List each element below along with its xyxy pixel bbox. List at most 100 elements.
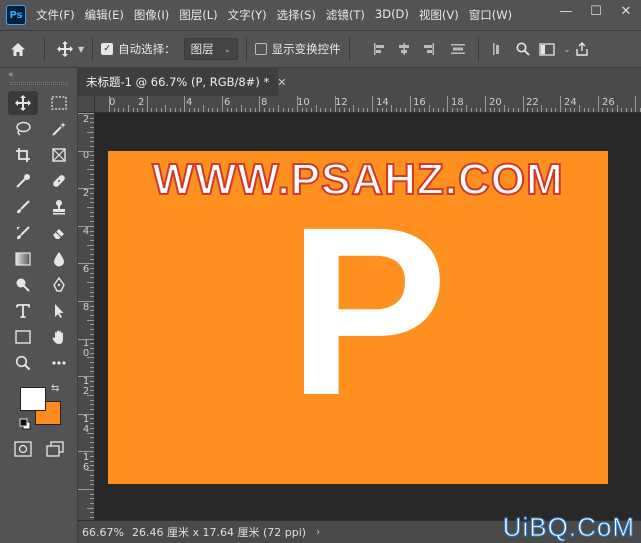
- status-menu-chevron-icon[interactable]: ›: [316, 527, 320, 538]
- home-icon[interactable]: [0, 31, 36, 67]
- ruler-tick: [316, 105, 317, 112]
- menu-file[interactable]: 文件(F): [36, 7, 75, 23]
- minimize-button[interactable]: —: [551, 0, 581, 22]
- hand-icon[interactable]: [44, 325, 74, 349]
- menu-image[interactable]: 图像(I): [134, 7, 169, 23]
- ruler-tick: [78, 339, 94, 340]
- horizontal-ruler[interactable]: 0 2 4 6 8 10 12 14 16 18 20 22 24 26: [95, 96, 641, 113]
- ruler-tick: [330, 108, 331, 112]
- default-colors-icon[interactable]: [19, 415, 31, 430]
- brush-icon[interactable]: [8, 195, 38, 219]
- ruler-tick: [180, 108, 181, 112]
- workspace-icon[interactable]: [535, 37, 559, 61]
- tool-grid: [0, 91, 77, 377]
- ruler-tick: [128, 105, 129, 112]
- search-icon[interactable]: [511, 37, 535, 61]
- separator: [348, 37, 350, 61]
- auto-select-checkbox[interactable]: ✓: [101, 43, 114, 55]
- menu-window[interactable]: 窗口(W): [469, 7, 512, 23]
- ruler-tick: [90, 122, 94, 123]
- maximize-button[interactable]: ☐: [581, 0, 611, 22]
- close-tab-icon[interactable]: ✕: [277, 76, 286, 89]
- separator: [44, 37, 45, 61]
- more-tools-icon[interactable]: [44, 351, 74, 375]
- align-horizontal-centers-icon[interactable]: [392, 37, 416, 61]
- document-tab[interactable]: 未标题-1 @ 66.7% (P, RGB/8#) * ✕: [78, 68, 286, 96]
- auto-select-target-dropdown[interactable]: 图层 ⌄: [183, 38, 238, 60]
- frame-icon[interactable]: [44, 143, 74, 167]
- screen-mode-icon[interactable]: [46, 441, 64, 461]
- crop-icon[interactable]: [8, 143, 38, 167]
- healing-brush-icon[interactable]: [44, 169, 74, 193]
- align-top-icon[interactable]: [487, 37, 511, 61]
- path-selection-icon[interactable]: [44, 299, 74, 323]
- ruler-tick: [217, 108, 218, 112]
- ruler-tick: [306, 108, 307, 112]
- ruler-tick: [78, 376, 94, 377]
- show-transform-controls-checkbox[interactable]: [254, 43, 267, 55]
- vertical-ruler[interactable]: 2 0 2 4 6 8 1 0 1 2 1 4 1 6: [78, 113, 95, 520]
- move-tool-preset-picker[interactable]: ▼: [57, 41, 84, 57]
- blur-icon[interactable]: [44, 247, 74, 271]
- ruler-label: 16: [413, 97, 426, 108]
- tools-panel: « ⇆: [0, 68, 78, 543]
- type-icon[interactable]: [8, 299, 38, 323]
- chevron-down-icon: ▼: [78, 44, 85, 54]
- move-tool-icon[interactable]: [8, 91, 38, 115]
- ruler-tick: [90, 386, 94, 387]
- gradient-icon[interactable]: [8, 247, 38, 271]
- ruler-tick: [292, 108, 293, 112]
- swap-colors-icon[interactable]: ⇆: [51, 383, 59, 394]
- menu-3d[interactable]: 3D(D): [375, 7, 409, 23]
- menu-filter[interactable]: 滤镜(T): [326, 7, 365, 23]
- rectangular-marquee-icon[interactable]: [44, 91, 74, 115]
- eraser-icon[interactable]: [44, 221, 74, 245]
- clone-stamp-icon[interactable]: [44, 195, 74, 219]
- ruler-tick: [90, 362, 94, 363]
- align-right-edges-icon[interactable]: [416, 37, 440, 61]
- history-brush-icon[interactable]: [8, 221, 38, 245]
- menu-view[interactable]: 视图(V): [419, 7, 459, 23]
- panel-grip[interactable]: [9, 82, 68, 85]
- foreground-color-swatch[interactable]: [20, 387, 46, 411]
- rectangle-icon[interactable]: [8, 325, 38, 349]
- zoom-icon[interactable]: [8, 351, 38, 375]
- quick-mask-icon[interactable]: [14, 441, 32, 461]
- collapse-panel-icon[interactable]: «: [0, 68, 77, 80]
- eyedropper-icon[interactable]: [8, 169, 38, 193]
- ruler-tick: [90, 287, 94, 288]
- align-left-edges-icon[interactable]: [368, 37, 392, 61]
- lasso-icon[interactable]: [8, 117, 38, 141]
- ruler-tick: [175, 108, 176, 112]
- ruler-tick: [90, 198, 94, 199]
- ruler-tick: [90, 315, 94, 316]
- chevron-down-icon[interactable]: ⌄: [564, 45, 571, 54]
- ruler-tick: [288, 108, 289, 112]
- menu-select[interactable]: 选择(S): [277, 7, 316, 23]
- menu-layer[interactable]: 图层(L): [179, 7, 217, 23]
- ruler-tick: [90, 423, 94, 424]
- ruler-origin[interactable]: [78, 96, 95, 113]
- magic-wand-icon[interactable]: [44, 117, 74, 141]
- photoshop-logo[interactable]: Ps: [6, 5, 26, 25]
- close-button[interactable]: ✕: [611, 0, 641, 22]
- ruler-tick: [598, 96, 599, 112]
- distribute-vertical-icon[interactable]: [446, 37, 470, 61]
- ruler-label: 2: [138, 97, 145, 108]
- menu-type[interactable]: 文字(Y): [228, 7, 267, 23]
- ruler-tick: [617, 105, 618, 112]
- document-canvas[interactable]: WWW.PSAHZ.COM P: [108, 151, 608, 484]
- ruler-tick: [90, 442, 94, 443]
- share-icon[interactable]: [570, 37, 594, 61]
- dodge-icon[interactable]: [8, 273, 38, 297]
- zoom-level[interactable]: 66.67%: [82, 526, 128, 539]
- menu-edit[interactable]: 编辑(E): [85, 7, 124, 23]
- ruler-tick: [245, 108, 246, 112]
- pen-icon[interactable]: [44, 273, 74, 297]
- ruler-tick: [499, 108, 500, 112]
- ruler-tick: [78, 451, 94, 452]
- ruler-tick: [546, 108, 547, 112]
- ruler-tick: [518, 108, 519, 112]
- ruler-tick: [90, 127, 94, 128]
- ruler-tick: [396, 108, 397, 112]
